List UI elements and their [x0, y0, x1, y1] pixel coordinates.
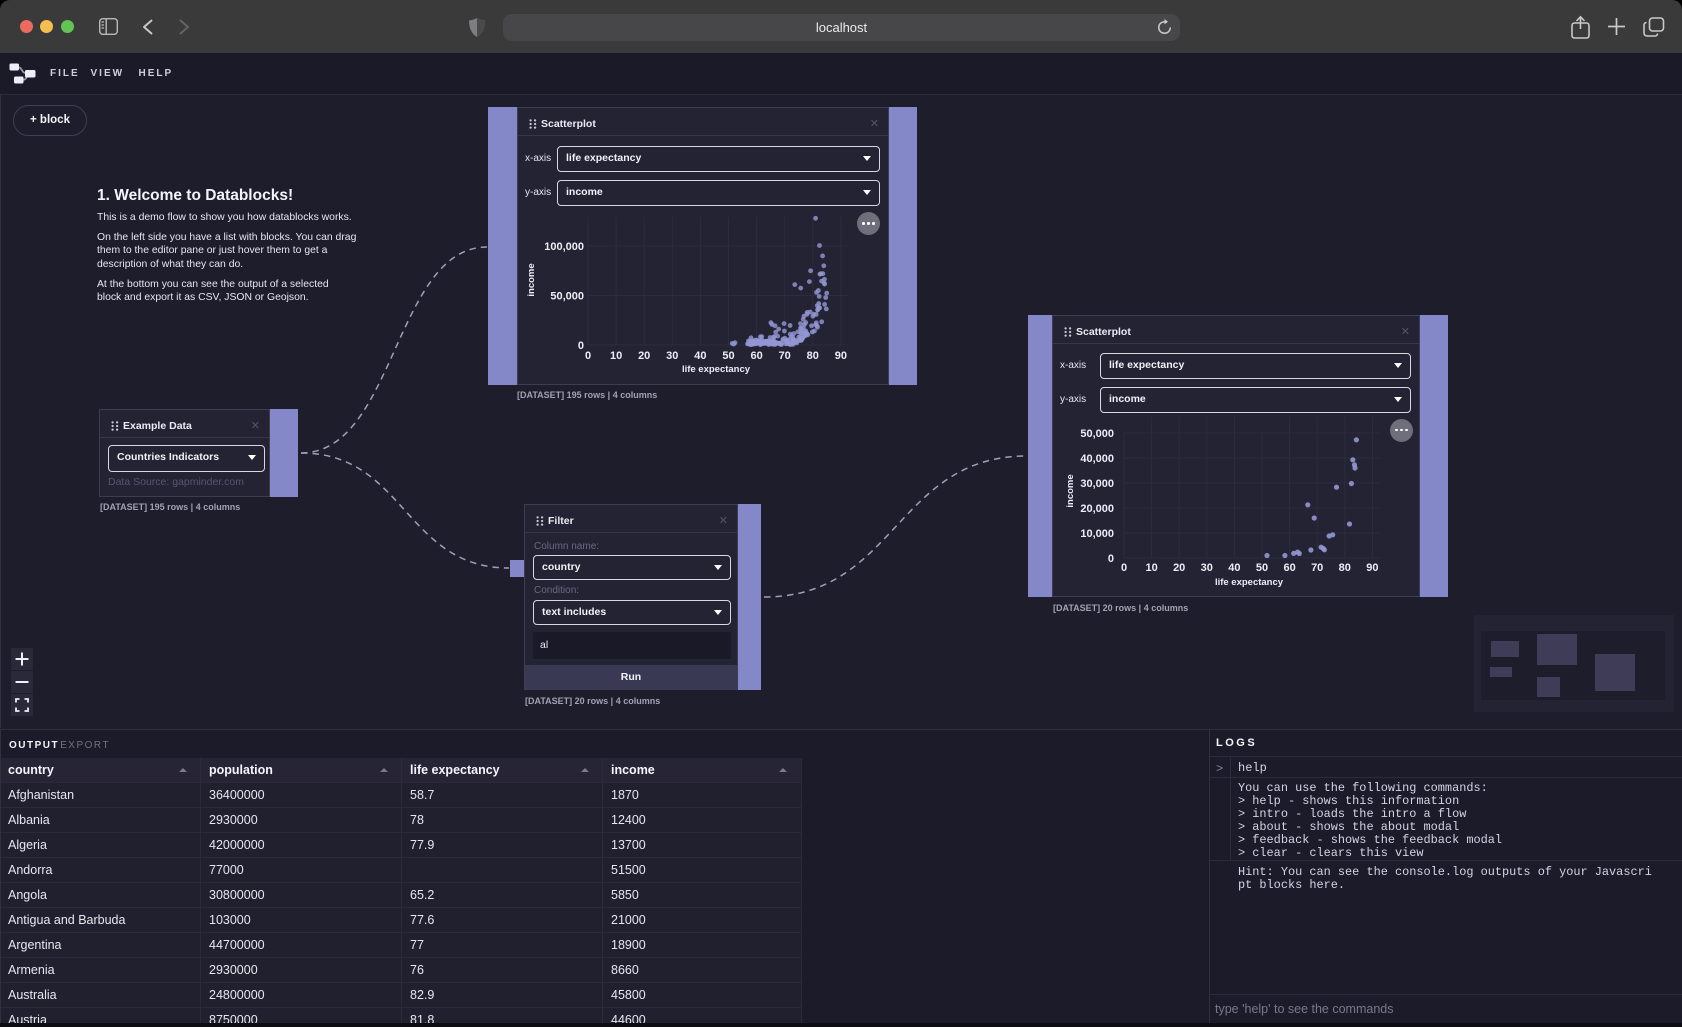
svg-text:20,000: 20,000: [1080, 503, 1114, 515]
svg-text:0: 0: [1108, 553, 1114, 565]
svg-text:40: 40: [1228, 562, 1240, 574]
svg-text:40,000: 40,000: [1080, 453, 1114, 465]
svg-text:40: 40: [694, 350, 706, 362]
svg-text:30: 30: [666, 350, 678, 362]
svg-text:0: 0: [1121, 562, 1127, 574]
svg-text:80: 80: [1339, 562, 1351, 574]
svg-text:90: 90: [835, 350, 847, 362]
svg-text:0: 0: [578, 340, 584, 352]
svg-text:0: 0: [585, 350, 591, 362]
svg-text:70: 70: [1311, 562, 1323, 574]
svg-text:income: income: [526, 263, 537, 296]
svg-text:50,000: 50,000: [1080, 428, 1114, 440]
svg-text:10,000: 10,000: [1080, 528, 1114, 540]
svg-text:life expectancy: life expectancy: [682, 364, 751, 375]
svg-text:50: 50: [722, 350, 734, 362]
svg-text:life expectancy: life expectancy: [1215, 577, 1284, 588]
svg-text:10: 10: [1145, 562, 1157, 574]
svg-text:80: 80: [807, 350, 819, 362]
svg-text:30,000: 30,000: [1080, 478, 1114, 490]
svg-text:100,000: 100,000: [544, 241, 584, 253]
svg-text:30: 30: [1201, 562, 1213, 574]
svg-text:70: 70: [779, 350, 791, 362]
svg-text:50,000: 50,000: [550, 291, 584, 303]
svg-text:income: income: [1065, 474, 1076, 507]
svg-text:10: 10: [610, 350, 622, 362]
svg-text:60: 60: [750, 350, 762, 362]
svg-text:20: 20: [638, 350, 650, 362]
svg-text:50: 50: [1256, 562, 1268, 574]
svg-text:90: 90: [1366, 562, 1378, 574]
svg-text:60: 60: [1283, 562, 1295, 574]
svg-text:20: 20: [1173, 562, 1185, 574]
